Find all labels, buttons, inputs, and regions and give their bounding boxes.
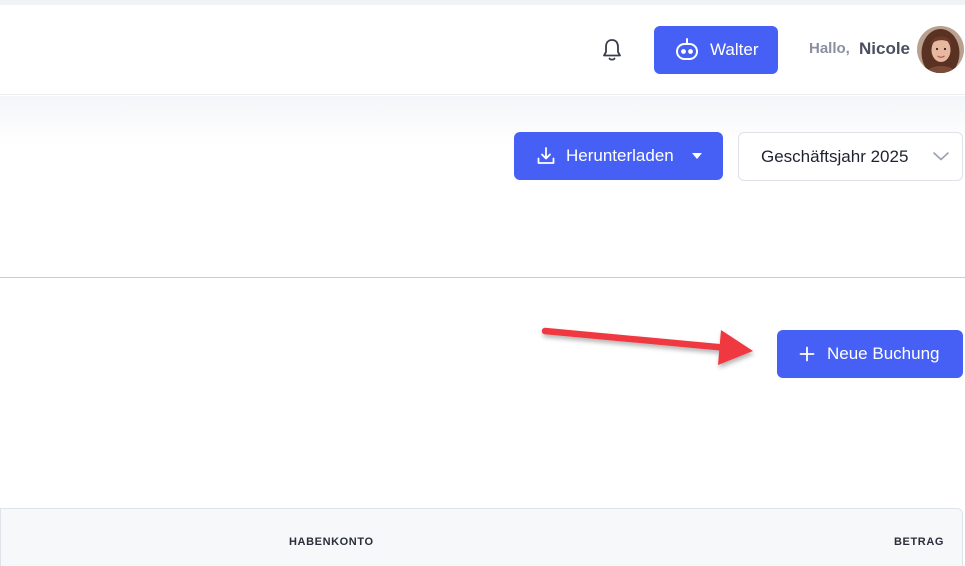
caret-down-icon [691,153,702,159]
section-divider [0,277,965,278]
plus-icon [799,346,815,362]
download-icon [537,147,555,164]
avatar[interactable] [917,26,964,73]
column-header-habenkonto[interactable]: HABENKONTO [289,536,374,548]
bookings-table-header: HABENKONTO BETRAG [0,508,963,566]
user-name: Nicole [859,39,911,58]
download-label: Herunterladen [566,146,674,165]
chevron-down-icon [933,152,949,161]
new-booking-button[interactable]: Neue Buchung [777,330,963,378]
fiscal-year-value: Geschäftsjahr 2025 [761,146,909,166]
new-booking-label: Neue Buchung [827,344,940,363]
column-header-betrag[interactable]: BETRAG [894,536,944,548]
greeting-text: Hallo, [809,40,850,57]
assistant-walter-button[interactable]: Walter [654,26,778,74]
fiscal-year-select[interactable]: Geschäftsjahr 2025 [738,132,963,181]
assistant-walter-label: Walter [710,40,759,59]
bell-icon[interactable] [600,37,624,63]
annotation-arrow-icon [541,327,753,365]
download-button[interactable]: Herunterladen [514,132,723,180]
robot-icon [676,38,698,60]
